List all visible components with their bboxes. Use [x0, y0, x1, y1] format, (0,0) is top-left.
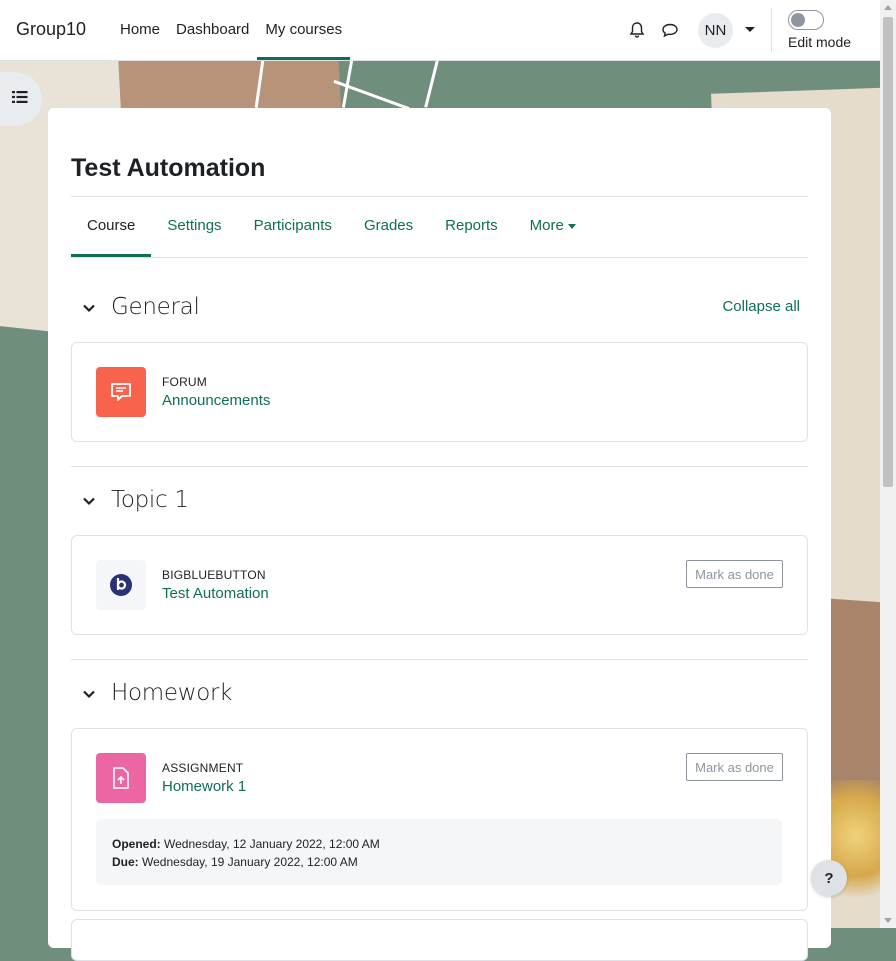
toggle-knob [791, 13, 805, 27]
page-title: Test Automation [71, 154, 266, 182]
section-divider [71, 466, 808, 467]
activity-type: BIGBLUEBUTTON [162, 568, 266, 582]
user-avatar[interactable]: NN [698, 13, 733, 48]
tab-reports[interactable]: Reports [429, 198, 514, 256]
nav-my-courses[interactable]: My courses [257, 0, 350, 60]
notifications-bell-icon[interactable] [627, 20, 647, 40]
opened-value: Wednesday, 12 January 2022, 12:00 AM [164, 837, 380, 851]
section-title[interactable]: General [111, 294, 200, 320]
navbar-divider [771, 8, 772, 52]
activity-card [71, 919, 808, 961]
opened-date: Opened: Wednesday, 12 January 2022, 12:0… [112, 837, 380, 851]
tab-more-label: More [529, 217, 564, 234]
site-brand[interactable]: Group10 [16, 19, 86, 40]
activity-link[interactable]: Homework 1 [162, 778, 246, 795]
chevron-down-icon[interactable] [81, 686, 97, 702]
section-header-topic-1: Topic 1 [71, 483, 808, 523]
scroll-down-icon[interactable] [884, 918, 892, 923]
tab-participants[interactable]: Participants [238, 198, 348, 256]
mark-as-done-button[interactable]: Mark as done [686, 560, 783, 588]
edit-mode-toggle[interactable] [788, 10, 824, 30]
section-divider [71, 659, 808, 660]
messages-chat-icon[interactable] [660, 20, 680, 40]
forum-icon[interactable] [96, 367, 146, 417]
mark-as-done-button[interactable]: Mark as done [686, 753, 783, 781]
page-scrollbar[interactable] [880, 0, 896, 928]
primary-navigation: Home Dashboard My courses [112, 0, 350, 60]
activity-type: ASSIGNMENT [162, 761, 244, 775]
tab-course[interactable]: Course [71, 198, 152, 257]
section-title[interactable]: Homework [111, 680, 232, 706]
user-menu-caret-icon[interactable] [745, 27, 755, 32]
top-navbar: Group10 Home Dashboard My courses NN Edi… [0, 0, 880, 61]
caret-down-icon [567, 223, 576, 229]
activity-link[interactable]: Announcements [162, 392, 270, 409]
section-title[interactable]: Topic 1 [111, 487, 189, 513]
due-label: Due: [112, 855, 139, 869]
tab-settings[interactable]: Settings [151, 198, 237, 256]
section-header-homework: Homework [71, 676, 808, 716]
activity-dates: Opened: Wednesday, 12 January 2022, 12:0… [96, 819, 782, 885]
scroll-up-icon[interactable] [884, 5, 892, 10]
due-date: Due: Wednesday, 19 January 2022, 12:00 A… [112, 855, 358, 869]
chevron-down-icon[interactable] [81, 493, 97, 509]
assignment-icon[interactable] [96, 753, 146, 803]
course-content-card: Test Automation Course Settings Particip… [48, 108, 831, 961]
due-value: Wednesday, 19 January 2022, 12:00 AM [142, 855, 358, 869]
collapse-all-link[interactable]: Collapse all [722, 298, 800, 315]
opened-label: Opened: [112, 837, 161, 851]
activity-card: BIGBLUEBUTTON Test Automation Mark as do… [71, 535, 808, 635]
nav-home[interactable]: Home [112, 0, 168, 60]
scrollbar-thumb[interactable] [883, 17, 893, 487]
section-header-general: General Collapse all [71, 290, 808, 330]
chevron-down-icon[interactable] [81, 300, 97, 316]
activity-link[interactable]: Test Automation [162, 585, 269, 602]
activity-card: FORUM Announcements [71, 342, 808, 442]
course-secondary-navigation: Course Settings Participants Grades Repo… [71, 198, 808, 258]
help-button[interactable]: ? [811, 860, 847, 896]
tab-more[interactable]: More [514, 198, 592, 256]
edit-mode-label: Edit mode [788, 34, 852, 50]
bigbluebutton-icon[interactable] [96, 560, 146, 610]
activity-type: FORUM [162, 375, 207, 389]
nav-dashboard[interactable]: Dashboard [168, 0, 257, 60]
title-divider [71, 196, 808, 197]
list-icon [12, 90, 28, 109]
tab-grades[interactable]: Grades [348, 198, 429, 256]
activity-card: ASSIGNMENT Homework 1 Mark as done Opene… [71, 728, 808, 911]
